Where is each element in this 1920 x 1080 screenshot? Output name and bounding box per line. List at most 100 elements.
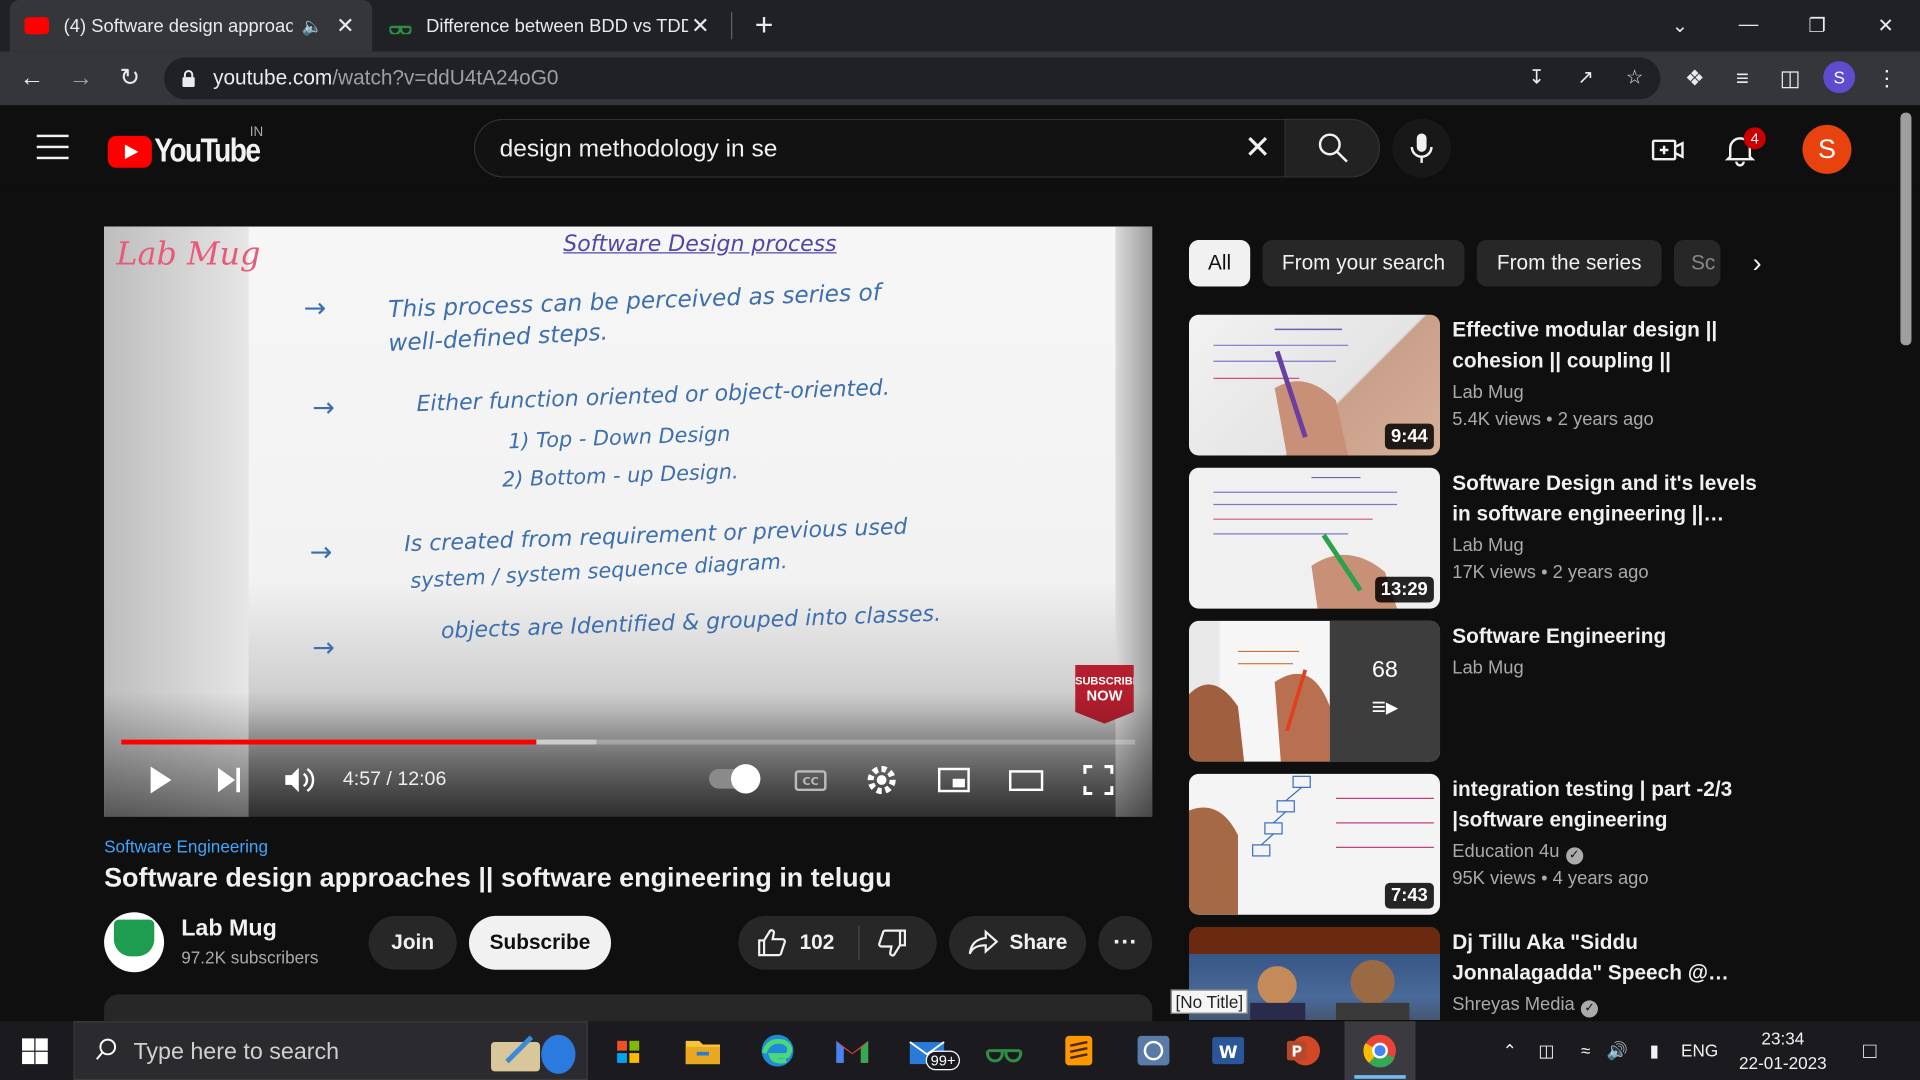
- share-page-icon[interactable]: ↗: [1572, 65, 1599, 92]
- next-video-button[interactable]: [211, 762, 248, 799]
- video-thumbnail[interactable]: 9:44: [1188, 314, 1441, 456]
- autoplay-toggle[interactable]: [708, 764, 761, 794]
- join-button[interactable]: Join: [368, 915, 457, 970]
- wifi-icon[interactable]: ≈: [1570, 1021, 1602, 1080]
- chip-from-your-search[interactable]: From your search: [1262, 240, 1465, 287]
- create-video-icon[interactable]: [1651, 132, 1685, 166]
- lock-icon[interactable]: [181, 70, 196, 87]
- recommendation-channel[interactable]: Shreyas Media ✓: [1452, 994, 1599, 1018]
- restore-button[interactable]: ❐: [1783, 0, 1852, 51]
- tab-geeksforgeeks[interactable]: Difference between BDD vs TDD ✕: [375, 0, 728, 51]
- recommendation-title[interactable]: integration testing | part -2/3 |softwar…: [1452, 774, 1764, 835]
- store-icon[interactable]: [607, 1031, 649, 1070]
- media-controls-icon[interactable]: ≡: [1725, 61, 1759, 95]
- sublime-text-icon[interactable]: [1058, 1031, 1100, 1070]
- tab-youtube[interactable]: (4) Software design approach 🔈 ✕: [9, 0, 373, 52]
- recommendation-item[interactable]: Dj Tillu Aka "Siddu Jonnalagadda" Speech…: [1188, 926, 1765, 1021]
- tab-search-chevron-icon[interactable]: ⌄: [1646, 0, 1715, 51]
- bookmark-star-icon[interactable]: ☆: [1621, 65, 1648, 92]
- vpn-icon[interactable]: [1133, 1031, 1175, 1070]
- miniplayer-button[interactable]: [936, 762, 973, 799]
- recommendation-channel[interactable]: Lab Mug: [1452, 658, 1523, 679]
- network-device-icon[interactable]: ◫: [1531, 1021, 1563, 1080]
- recommendation-item[interactable]: 7:43 integration testing | part -2/3 |so…: [1188, 773, 1765, 915]
- chrome-icon[interactable]: [1344, 1021, 1416, 1080]
- taskbar-search-input[interactable]: Type here to search: [73, 1021, 588, 1080]
- settings-gear-icon[interactable]: [863, 762, 900, 799]
- theater-mode-button[interactable]: [1008, 762, 1045, 799]
- chip-from-the-series[interactable]: From the series: [1476, 240, 1662, 287]
- language-indicator[interactable]: ENG: [1678, 1021, 1722, 1080]
- captions-button[interactable]: CC: [792, 762, 829, 799]
- chevron-right-icon[interactable]: ›: [1740, 245, 1774, 282]
- powerpoint-icon[interactable]: P: [1282, 1031, 1324, 1070]
- fullscreen-button[interactable]: [1080, 762, 1117, 799]
- board-title: Software Design process: [563, 231, 837, 258]
- show-hidden-icons-chevron-icon[interactable]: ⌃: [1494, 1021, 1526, 1080]
- install-app-icon[interactable]: ↧: [1523, 65, 1550, 92]
- chrome-menu-icon[interactable]: ⋮: [1870, 61, 1904, 95]
- account-avatar[interactable]: S: [1802, 124, 1852, 174]
- recommendation-title[interactable]: Software Engineering: [1452, 621, 1764, 652]
- mail-badge: 99+: [925, 1050, 961, 1071]
- play-button[interactable]: [141, 762, 178, 799]
- video-thumbnail[interactable]: 7:43: [1188, 773, 1441, 915]
- search-button[interactable]: [1284, 118, 1381, 178]
- share-button[interactable]: Share: [948, 915, 1087, 970]
- more-actions-button[interactable]: ···: [1098, 915, 1153, 970]
- recommendation-item[interactable]: 13:29 Software Design and it's levels in…: [1188, 467, 1765, 609]
- volume-icon[interactable]: 🔊: [1602, 1021, 1634, 1080]
- recommendation-item[interactable]: 9:44 Effective modular design || cohesio…: [1188, 314, 1765, 456]
- playlist-thumbnail[interactable]: 68 ≡▸: [1188, 620, 1441, 762]
- recommendation-channel[interactable]: Lab Mug: [1452, 382, 1523, 403]
- windows-start-icon[interactable]: [22, 1038, 48, 1065]
- forward-button[interactable]: →: [64, 61, 98, 95]
- side-panel-icon[interactable]: ◫: [1773, 61, 1807, 95]
- recommendation-title[interactable]: Dj Tillu Aka "Siddu Jonnalagadda" Speech…: [1452, 927, 1764, 988]
- channel-name[interactable]: Lab Mug: [181, 916, 277, 943]
- notification-center-icon[interactable]: □: [1851, 1021, 1888, 1080]
- page-scrollbar[interactable]: [1900, 112, 1912, 346]
- chip-partial[interactable]: Sc: [1673, 240, 1721, 287]
- edge-icon[interactable]: [757, 1031, 799, 1070]
- browser-profile-avatar[interactable]: S: [1823, 61, 1856, 94]
- voice-search-button[interactable]: [1392, 118, 1452, 178]
- close-tab-icon[interactable]: ✕: [333, 13, 357, 39]
- recommendation-title[interactable]: Software Design and it's levels in softw…: [1452, 468, 1764, 529]
- menu-icon[interactable]: [36, 134, 69, 160]
- new-tab-button[interactable]: +: [747, 7, 781, 41]
- recommendation-channel[interactable]: Lab Mug: [1452, 535, 1523, 556]
- recommendation-channel[interactable]: Education 4u ✓: [1452, 841, 1583, 865]
- recommendation-title[interactable]: Effective modular design || cohesion || …: [1452, 315, 1764, 376]
- geeksforgeeks-icon[interactable]: [983, 1031, 1025, 1070]
- clear-search-icon[interactable]: ✕: [1240, 130, 1274, 164]
- volume-button[interactable]: [280, 762, 317, 799]
- gmail-icon[interactable]: [831, 1031, 873, 1070]
- mail-icon[interactable]: 99+: [906, 1031, 967, 1071]
- battery-icon[interactable]: ▮: [1638, 1021, 1670, 1080]
- geeksforgeeks-icon: [388, 18, 412, 36]
- close-tab-icon[interactable]: ✕: [688, 13, 712, 39]
- search-input[interactable]: design methodology in se ✕: [473, 118, 1285, 178]
- minimize-button[interactable]: —: [1714, 0, 1783, 51]
- channel-avatar[interactable]: [104, 912, 165, 973]
- series-link[interactable]: Software Engineering: [104, 836, 268, 856]
- extensions-icon[interactable]: ❖: [1678, 61, 1712, 95]
- address-bar[interactable]: youtube.com/watch?v=ddU4tA24oG0 ↧ ↗ ☆: [164, 57, 1661, 100]
- clock[interactable]: 23:34 22-01-2023: [1736, 1026, 1829, 1075]
- chip-all[interactable]: All: [1188, 240, 1251, 287]
- progress-bar[interactable]: [121, 739, 1136, 745]
- like-button[interactable]: 102: [738, 915, 937, 970]
- file-explorer-icon[interactable]: [682, 1031, 724, 1070]
- reload-button[interactable]: ↻: [113, 61, 147, 95]
- playlist-item[interactable]: 68 ≡▸ Software Engineering Lab Mug: [1188, 620, 1765, 762]
- thumbs-down-icon[interactable]: [877, 927, 909, 959]
- subscribe-button[interactable]: Subscribe: [468, 915, 612, 970]
- speaker-icon[interactable]: 🔈: [302, 15, 323, 36]
- back-button[interactable]: ←: [15, 61, 49, 95]
- youtube-logo[interactable]: YouTube IN: [107, 125, 278, 170]
- word-icon[interactable]: W: [1207, 1031, 1249, 1070]
- video-player[interactable]: Lab Mug Software Design process → This p…: [104, 226, 1153, 817]
- close-window-button[interactable]: ✕: [1851, 0, 1920, 51]
- video-thumbnail[interactable]: 13:29: [1188, 467, 1441, 609]
